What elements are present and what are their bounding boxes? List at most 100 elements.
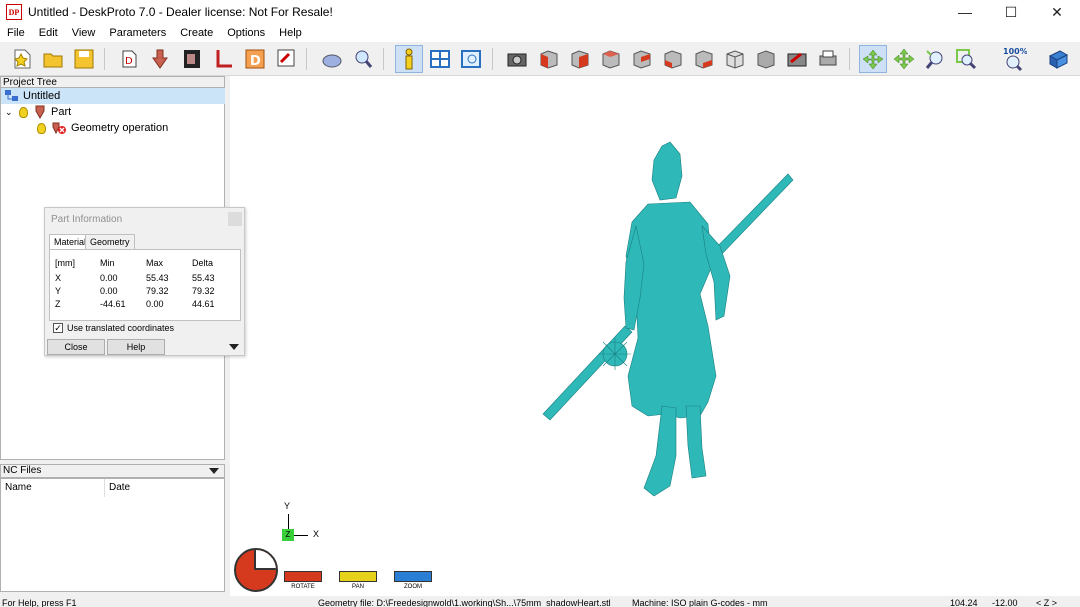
status-bar: For Help, press F1 Geometry file: D:\Fre… xyxy=(0,596,1080,607)
3d-model[interactable] xyxy=(230,76,1080,596)
menu-edit[interactable]: Edit xyxy=(32,27,65,39)
expand-arrow-icon[interactable] xyxy=(228,343,240,351)
menu-view[interactable]: View xyxy=(65,27,103,39)
view-back-button[interactable] xyxy=(566,45,594,73)
camera-button[interactable] xyxy=(503,45,531,73)
svg-text:100%: 100% xyxy=(1003,47,1027,56)
zoom-100-button[interactable]: 100% xyxy=(999,45,1029,73)
3d-viewport[interactable]: Y Z X xyxy=(230,76,1080,596)
manual-button[interactable] xyxy=(1044,45,1072,73)
dxf-icon: D xyxy=(245,49,265,69)
camera-icon xyxy=(507,53,527,67)
nc-files-list[interactable]: Name Date xyxy=(0,478,225,592)
nc-files-title: NC Files xyxy=(3,465,42,476)
print-button[interactable] xyxy=(814,45,842,73)
inspect-icon xyxy=(355,50,373,68)
new-file-icon xyxy=(14,49,31,69)
inspect-button[interactable] xyxy=(349,45,377,73)
layout-icon xyxy=(430,50,450,68)
axis-origin-z: Z xyxy=(282,529,294,541)
view-bottom-button[interactable] xyxy=(690,45,718,73)
menu-create[interactable]: Create xyxy=(173,27,220,39)
bitmap-button[interactable] xyxy=(179,45,207,73)
info-button[interactable] xyxy=(395,45,423,73)
zoom-window-button[interactable] xyxy=(952,45,980,73)
layout-button[interactable] xyxy=(426,45,454,73)
toolpath-button[interactable] xyxy=(148,45,176,73)
view-left-icon xyxy=(602,50,620,69)
tree-item-project[interactable]: Untitled xyxy=(1,88,225,104)
zoom-mode-button[interactable] xyxy=(394,571,432,582)
dialog-close-icon[interactable] xyxy=(228,212,242,226)
row-z-min: -44.61 xyxy=(100,299,126,309)
main-toolbar: D D 100% xyxy=(0,42,1080,76)
zoom-in-icon xyxy=(925,50,943,69)
save-icon xyxy=(74,49,94,69)
pan-button[interactable] xyxy=(890,45,918,73)
view-left-button[interactable] xyxy=(597,45,625,73)
view-right-icon xyxy=(633,50,651,69)
translated-coordinates-label: Use translated coordinates xyxy=(67,323,175,333)
vector-button[interactable] xyxy=(210,45,238,73)
close-button[interactable]: Close xyxy=(47,339,105,355)
zoom-100-icon: 100% xyxy=(1003,47,1027,72)
help-button[interactable]: Help xyxy=(107,339,165,355)
view-top-button[interactable] xyxy=(659,45,687,73)
bitmap-icon xyxy=(184,50,200,68)
zoom-in-button[interactable] xyxy=(921,45,949,73)
part-information-dialog: Part Information Material Geometry [mm] … xyxy=(44,207,245,356)
dropdown-arrow-icon[interactable] xyxy=(208,467,220,475)
export-button[interactable] xyxy=(272,45,300,73)
maximize-button[interactable]: ☐ xyxy=(988,0,1034,24)
view-right-button[interactable] xyxy=(628,45,656,73)
dxf-button[interactable]: D xyxy=(241,45,269,73)
import-geometry-button[interactable]: D xyxy=(116,45,144,73)
menu-bar: File Edit View Parameters Create Options… xyxy=(0,24,1080,42)
menu-help[interactable]: Help xyxy=(272,27,309,39)
header-max: Max xyxy=(146,258,164,268)
open-button[interactable] xyxy=(39,45,67,73)
view-shaded-button[interactable] xyxy=(752,45,780,73)
minimize-button[interactable]: — xyxy=(942,0,988,24)
view-front-button[interactable] xyxy=(535,45,563,73)
tab-geometry[interactable]: Geometry xyxy=(85,234,135,250)
pan-mode-button[interactable] xyxy=(339,571,377,582)
nc-files-header: NC Files xyxy=(0,464,225,478)
rotate-mode-button[interactable] xyxy=(284,571,322,582)
screenshot-button[interactable] xyxy=(783,45,811,73)
menu-parameters[interactable]: Parameters xyxy=(102,27,173,39)
status-help: For Help, press F1 xyxy=(2,598,77,607)
toolpath-icon xyxy=(152,49,168,69)
rotate-dial[interactable] xyxy=(234,548,278,592)
row-x-axis: X xyxy=(55,273,62,283)
part-node-icon xyxy=(35,105,45,119)
status-coord-2: -12.00 xyxy=(992,598,1018,607)
import-geometry-icon: D xyxy=(122,50,137,68)
title-bar: DP Untitled - DeskProto 7.0 - Dealer lic… xyxy=(0,0,1080,24)
menu-file[interactable]: File xyxy=(0,27,32,39)
tree-item-geometry-operation[interactable]: Geometry operation xyxy=(37,120,168,136)
part-button[interactable] xyxy=(318,45,346,73)
column-name[interactable]: Name xyxy=(1,479,105,497)
preview-button[interactable] xyxy=(457,45,485,73)
menu-options[interactable]: Options xyxy=(220,27,272,39)
axis-x-label: X xyxy=(313,529,320,539)
save-button[interactable] xyxy=(70,45,98,73)
preview-icon xyxy=(461,50,481,68)
rotate-mode-label: ROTATE xyxy=(291,584,315,590)
open-folder-icon xyxy=(43,53,63,68)
translated-coordinates-checkbox[interactable]: ✓ xyxy=(53,323,63,333)
header-min: Min xyxy=(100,258,115,268)
pan-icon xyxy=(893,48,915,70)
screenshot-icon xyxy=(787,52,807,67)
lightbulb-icon xyxy=(37,122,46,134)
close-window-button[interactable]: ✕ xyxy=(1034,0,1080,24)
column-date[interactable]: Date xyxy=(105,479,225,497)
deskproto-logo-icon: DP xyxy=(6,4,22,20)
row-x-delta: 55.43 xyxy=(192,273,215,283)
new-file-button[interactable] xyxy=(8,45,36,73)
rotate-button[interactable] xyxy=(859,45,887,73)
tree-item-part[interactable]: ⌄ Part xyxy=(5,104,71,120)
row-z-delta: 44.61 xyxy=(192,299,215,309)
view-iso-button[interactable] xyxy=(721,45,749,73)
